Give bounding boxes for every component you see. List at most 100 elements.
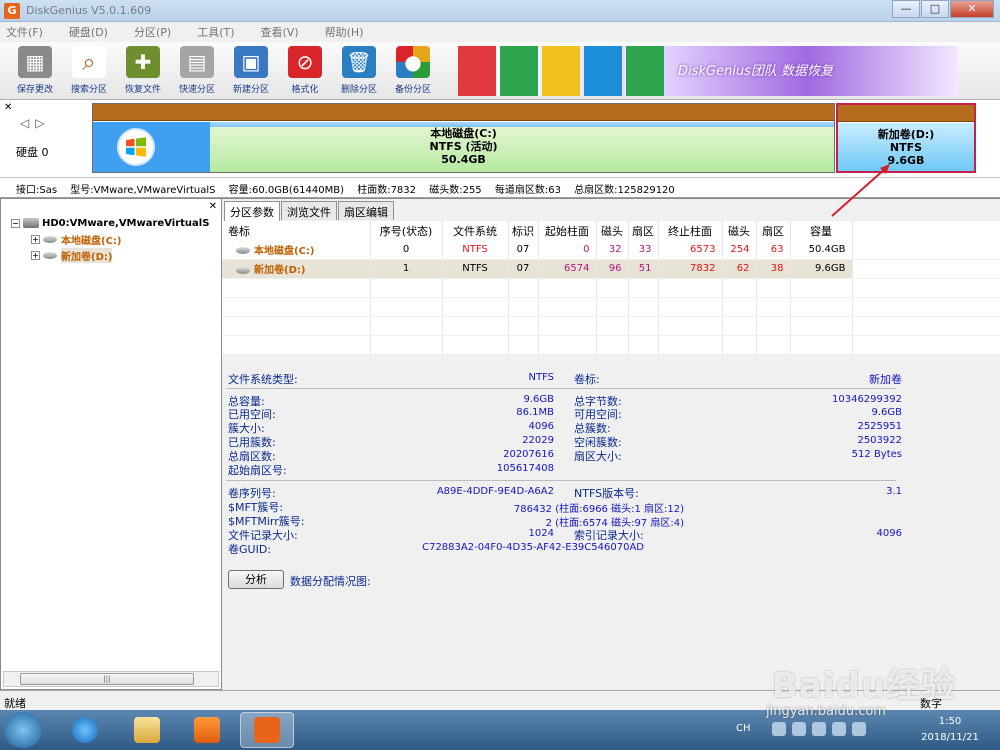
disk-sectors-per-track: 每道扇区数:63 (494, 185, 561, 196)
menu-disk[interactable]: 硬盘(D) (69, 24, 108, 40)
banner-tile (626, 46, 664, 96)
tab-partition-params[interactable]: 分区参数 (224, 201, 280, 222)
language-indicator[interactable]: CH (736, 723, 751, 734)
volume-label-value: 新加卷 (869, 373, 902, 386)
taskbar-ie[interactable] (58, 712, 112, 748)
search-partition-button[interactable]: ⌕ 搜索分区 (62, 42, 116, 98)
col-header[interactable]: 扇区 (756, 221, 791, 240)
taskbar-diskgenius[interactable] (240, 712, 294, 748)
quick-partition-button[interactable]: ▤ 快速分区 (170, 42, 224, 98)
cell-volume: 新加卷(D:) (254, 265, 306, 276)
recover-files-button[interactable]: ✚ 恢复文件 (116, 42, 170, 98)
expand-icon[interactable]: + (31, 234, 40, 244)
detail-value: 9.6GB (871, 407, 902, 418)
banner-tile (458, 46, 496, 96)
delete-partition-button[interactable]: 🗑 删除分区 (332, 42, 386, 98)
prev-disk-icon[interactable]: ◁ (20, 116, 35, 130)
tray-icon[interactable] (812, 722, 826, 736)
tree-item-disk[interactable]: − HD0:VMware,VMwareVirtualS (11, 215, 209, 231)
col-header[interactable]: 磁头 (596, 221, 629, 240)
col-header[interactable]: 序号(状态) (370, 221, 443, 240)
status-text: 就绪 (4, 697, 26, 710)
tab-sector-edit[interactable]: 扇区编辑 (338, 201, 394, 220)
disk-map-close-icon[interactable]: ✕ (4, 102, 12, 113)
col-header[interactable]: 标识 (508, 221, 539, 240)
tree-horizontal-scrollbar[interactable]: ||| (3, 671, 219, 687)
col-header[interactable]: 终止柱面 (658, 221, 723, 240)
tree-item-d[interactable]: + 新加卷(D:) (31, 247, 113, 263)
index-record-value: 4096 (876, 528, 902, 539)
tab-browse-files[interactable]: 浏览文件 (281, 201, 337, 220)
partition-block-c[interactable]: 本地磁盘(C:) NTFS (活动) 50.4GB (92, 103, 835, 173)
menu-view[interactable]: 查看(V) (261, 24, 299, 40)
tray-icon[interactable] (772, 722, 786, 736)
volume-icon (43, 251, 57, 259)
cell-start-cyl: 6574 (538, 259, 597, 279)
disk-cylinders: 柱面数:7832 (357, 185, 417, 196)
col-header[interactable]: 扇区 (628, 221, 659, 240)
clock-time: 1:50 (938, 716, 962, 727)
next-disk-icon[interactable]: ▷ (35, 116, 50, 130)
col-header[interactable]: 起始柱面 (538, 221, 597, 240)
recover-icon: ✚ (126, 46, 160, 78)
menu-file[interactable]: 文件(F) (6, 24, 43, 40)
disk-nav-arrows[interactable]: ◁▷ (20, 116, 50, 130)
cell-empty (852, 240, 1000, 260)
col-header[interactable]: 卷标 (222, 221, 371, 240)
cell-capacity: 50.4GB (790, 240, 853, 260)
banner-tile (542, 46, 580, 96)
volume-icon[interactable] (852, 722, 866, 736)
new-partition-label: 新建分区 (232, 85, 269, 95)
analyze-button[interactable]: 分析 (228, 570, 284, 589)
collapse-icon[interactable]: − (11, 218, 20, 228)
backup-partition-button[interactable]: ● 备份分区 (386, 42, 440, 98)
cell-fs: NTFS (442, 259, 509, 279)
table-row[interactable]: 本地磁盘(C:) 0 NTFS 07 0 32 33 6573 254 63 5… (222, 240, 1000, 260)
new-partition-button[interactable]: ▣ 新建分区 (224, 42, 278, 98)
menu-tools[interactable]: 工具(T) (197, 24, 234, 40)
table-row-empty (222, 335, 1000, 355)
col-header[interactable]: 容量 (790, 221, 853, 240)
banner-text: DiskGenius团队 数据恢复 (678, 64, 833, 79)
tree-d-label: 新加卷(D:) (61, 247, 113, 263)
cell-id: 07 (508, 259, 539, 279)
system-tray (772, 722, 872, 736)
disk-map: ✕ ◁▷ 硬盘 0 本地磁盘(C:) NTFS (活动) 50.4GB 新加卷(… (0, 100, 1000, 178)
partition-bar (93, 104, 834, 121)
cell-start-cyl: 0 (538, 240, 597, 260)
start-button[interactable] (4, 712, 42, 748)
cell-start-head: 32 (596, 240, 629, 260)
menu-help[interactable]: 帮助(H) (325, 24, 364, 40)
title-bar: G DiskGenius V5.0.1.609 — □ ✕ (0, 0, 1000, 22)
file-record-value: 1024 (528, 528, 554, 539)
format-button[interactable]: ⊘ 格式化 (278, 42, 332, 98)
taskbar-explorer[interactable] (120, 712, 174, 748)
volume-icon (236, 266, 250, 274)
tree-close-icon[interactable]: ✕ (209, 201, 217, 212)
tree-item-c[interactable]: + 本地磁盘(C:) (31, 231, 121, 247)
table-row-selected[interactable]: 新加卷(D:) 1 NTFS 07 6574 96 51 7832 62 38 … (222, 259, 1000, 279)
tree-disk-label: HD0:VMware,VMwareVirtualS (42, 217, 210, 229)
app-icon: G (4, 3, 20, 19)
close-button[interactable]: ✕ (950, 0, 994, 18)
col-header[interactable]: 磁头 (722, 221, 757, 240)
partition-d-name: 新加卷(D:) (877, 128, 935, 141)
detail-value: 9.6GB (523, 394, 554, 405)
menu-partition[interactable]: 分区(P) (134, 24, 171, 40)
network-icon[interactable] (832, 722, 846, 736)
mft-value: 786432 (柱面:6966 磁头:1 扇区:12) (513, 504, 684, 515)
clock[interactable]: 1:50 2018/11/21 (912, 714, 988, 746)
save-button[interactable]: ▦ 保存更改 (8, 42, 62, 98)
taskbar-media[interactable] (180, 712, 234, 748)
minimize-button[interactable]: — (892, 0, 920, 18)
col-header[interactable]: 文件系统 (442, 221, 509, 240)
ad-banner[interactable]: DiskGenius团队 数据恢复 (458, 46, 958, 96)
expand-icon[interactable]: + (31, 250, 40, 260)
ntfs-version-label: NTFS版本号: (574, 487, 639, 500)
help-icon[interactable] (792, 722, 806, 736)
format-label: 格式化 (291, 85, 319, 95)
table-row-empty (222, 297, 1000, 317)
scrollbar-thumb[interactable]: ||| (20, 673, 194, 685)
maximize-button[interactable]: □ (921, 0, 949, 18)
partition-block-d[interactable]: 新加卷(D:) NTFS 9.6GB (836, 103, 976, 173)
